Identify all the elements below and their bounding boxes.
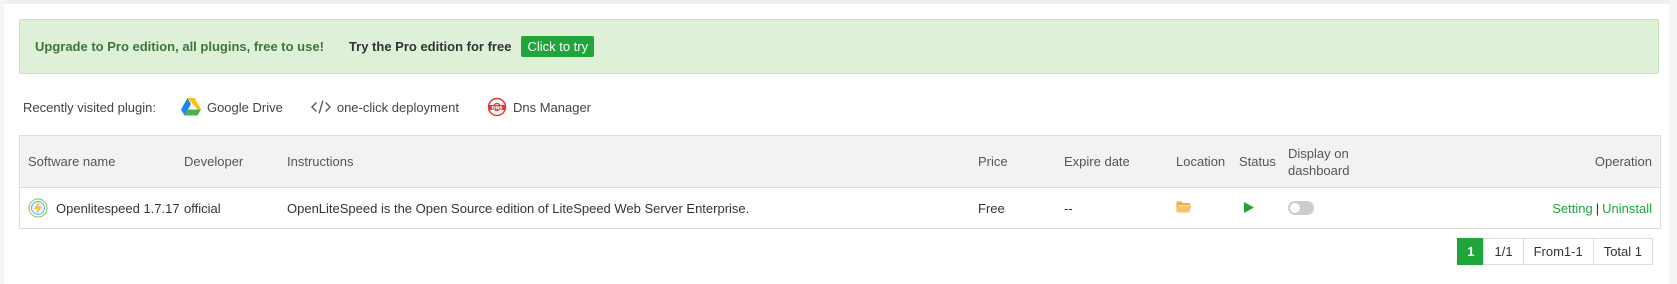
click-to-try-button[interactable]: Click to try: [521, 36, 595, 57]
software-name-cell: Openlitespeed 1.7.17: [28, 188, 180, 228]
header-software-name[interactable]: Software name: [28, 136, 115, 187]
code-icon: [310, 97, 331, 117]
header-operation: Operation: [1594, 154, 1652, 169]
page-current[interactable]: 1: [1457, 238, 1485, 265]
software-table: Software name Developer Instructions Pri…: [19, 135, 1661, 229]
display-on-dashboard-cell: [1288, 188, 1314, 228]
try-pro-text: Try the Pro edition for free: [348, 39, 512, 54]
recent-plugin-one-click-deployment[interactable]: one-click deployment: [310, 97, 459, 117]
upgrade-text: Upgrade to Pro edition, all plugins, fre…: [35, 39, 324, 54]
page-count: 1/1: [1483, 238, 1524, 265]
page-total: Total 1: [1592, 238, 1653, 265]
play-icon[interactable]: [1244, 201, 1254, 216]
pagination: 1 1/1 From1-1 Total 1: [1457, 238, 1653, 265]
location-cell: [1176, 188, 1192, 228]
recent-label: Recently visited plugin:: [23, 99, 156, 115]
folder-icon[interactable]: [1176, 200, 1192, 216]
expire-date-cell: --: [1064, 200, 1073, 216]
page-range: From1-1: [1522, 238, 1594, 265]
openlitespeed-icon: [28, 198, 48, 218]
header-price[interactable]: Price: [978, 136, 1008, 187]
header-display-on-dashboard: Display on dashboard: [1288, 136, 1349, 187]
dashboard-toggle[interactable]: [1288, 201, 1314, 215]
uninstall-link[interactable]: Uninstall: [1602, 201, 1652, 216]
recent-plugin-label: one-click deployment: [336, 99, 459, 115]
header-display-line1: Display on: [1288, 145, 1349, 161]
op-separator: |: [1595, 200, 1600, 216]
table-row: Openlitespeed 1.7.17 official OpenLiteSp…: [20, 188, 1660, 228]
header-instructions: Instructions: [287, 154, 354, 169]
instructions-cell: OpenLiteSpeed is the Open Source edition…: [287, 200, 750, 216]
status-cell: [1239, 188, 1254, 228]
setting-link[interactable]: Setting: [1552, 201, 1592, 216]
recent-plugin-label: Google Drive: [206, 99, 283, 115]
recent-plugin-dns-manager[interactable]: DNS Dns Manager: [487, 97, 591, 117]
table-header: Software name Developer Instructions Pri…: [20, 136, 1660, 188]
price-cell: Free: [978, 200, 1005, 216]
recent-plugin-label: Dns Manager: [512, 99, 592, 115]
header-location: Location: [1176, 154, 1226, 169]
svg-text:DNS: DNS: [491, 105, 502, 111]
recent-plugin-google-drive[interactable]: Google Drive: [180, 97, 283, 117]
developer-cell: official: [184, 200, 221, 216]
header-expire-date[interactable]: Expire date: [1064, 136, 1130, 187]
header-developer: Developer: [184, 154, 244, 169]
header-display-line2: dashboard: [1288, 162, 1350, 178]
plugin-panel: Upgrade to Pro edition, all plugins, fre…: [4, 0, 1669, 284]
header-status: Status: [1239, 154, 1276, 169]
google-drive-icon: [180, 97, 201, 117]
recently-visited-bar: Recently visited plugin: Google Drive on…: [23, 95, 619, 119]
operation-cell: Setting | Uninstall: [1552, 188, 1652, 228]
dns-icon: DNS: [487, 97, 507, 117]
software-name[interactable]: Openlitespeed 1.7.17: [56, 201, 180, 216]
pro-upgrade-banner: Upgrade to Pro edition, all plugins, fre…: [19, 19, 1659, 74]
